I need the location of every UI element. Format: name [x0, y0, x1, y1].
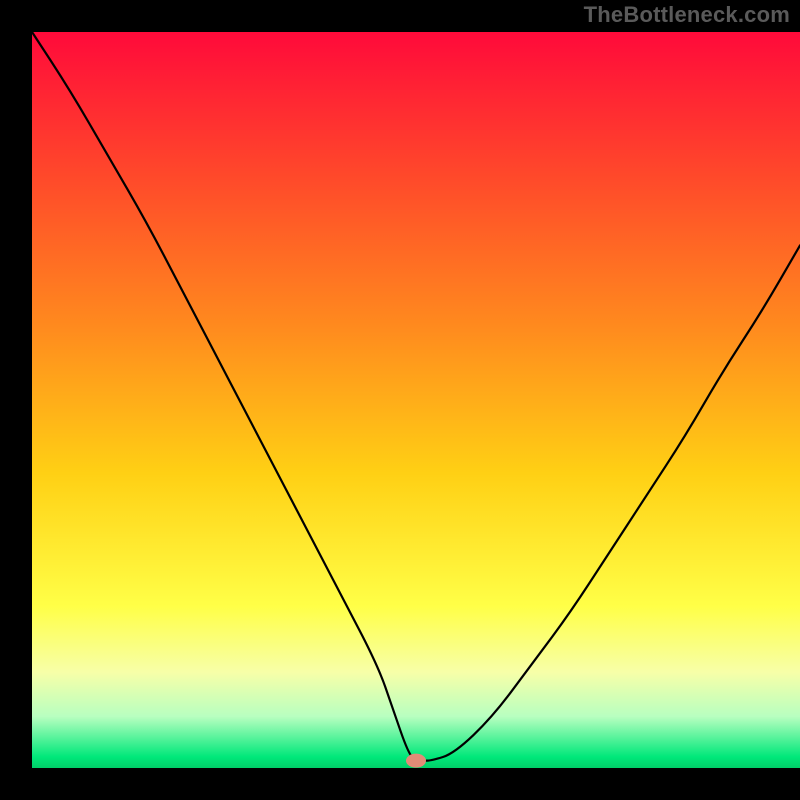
chart-svg — [0, 0, 800, 800]
bottleneck-chart: TheBottleneck.com — [0, 0, 800, 800]
optimal-marker — [406, 754, 426, 768]
plot-area — [32, 32, 800, 768]
